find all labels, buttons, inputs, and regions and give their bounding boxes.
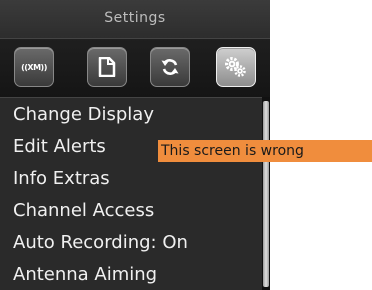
title-bar: Settings (0, 0, 270, 38)
document-icon (98, 57, 116, 77)
scrollbar[interactable] (262, 97, 270, 290)
menu-item-info-extras[interactable]: Info Extras (13, 168, 110, 189)
refresh-icon (161, 59, 179, 75)
tab-settings[interactable] (216, 47, 256, 87)
gears-icon (225, 57, 246, 77)
tab-refresh[interactable] (150, 47, 190, 87)
page-title: Settings (104, 10, 166, 26)
menu-item-auto-recording[interactable]: Auto Recording: On (13, 232, 188, 253)
menu-item-antenna-aiming[interactable]: Antenna Aiming (13, 264, 157, 285)
settings-menu-list: Change Display Edit Alerts Info Extras C… (0, 97, 262, 290)
icon-tab-bar: ((XM)) (0, 38, 270, 98)
annotation-label: This screen is wrong (158, 140, 372, 162)
tab-document[interactable] (87, 47, 127, 87)
menu-item-edit-alerts[interactable]: Edit Alerts (13, 136, 106, 157)
menu-item-channel-access[interactable]: Channel Access (13, 200, 154, 221)
tab-xm-radio[interactable]: ((XM)) (14, 47, 54, 87)
xm-radio-icon: ((XM)) (21, 62, 47, 72)
scrollbar-thumb[interactable] (263, 101, 269, 287)
menu-item-change-display[interactable]: Change Display (13, 104, 154, 125)
